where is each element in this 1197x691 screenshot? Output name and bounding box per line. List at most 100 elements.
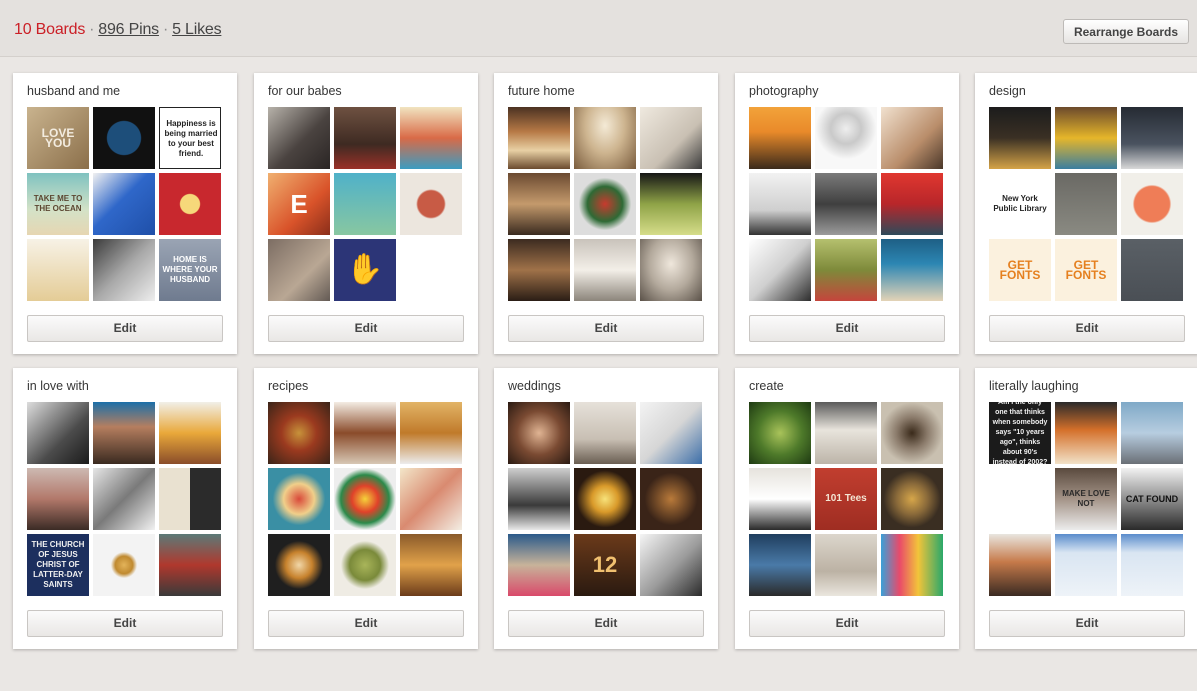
board-title[interactable]: literally laughing [989,379,1079,393]
pin-thumbnail[interactable] [334,107,396,169]
pin-thumbnail[interactable] [268,239,330,301]
pin-thumbnail[interactable] [27,402,89,464]
pin-thumbnail[interactable] [989,468,1051,530]
pin-thumbnail[interactable]: LOVE YOU [27,107,89,169]
pin-thumbnail[interactable] [508,107,570,169]
boards-count[interactable]: 10 Boards [14,21,85,38]
edit-board-button[interactable]: Edit [749,610,945,637]
board-title[interactable]: photography [749,84,819,98]
pin-thumbnail[interactable] [640,107,702,169]
board-title[interactable]: design [989,84,1026,98]
pin-thumbnail[interactable] [815,173,877,235]
pin-thumbnail[interactable] [1121,534,1183,596]
pin-thumbnail[interactable] [334,534,396,596]
pin-thumbnail[interactable] [508,173,570,235]
pin-thumbnail[interactable] [93,107,155,169]
likes-count-link[interactable]: 5 Likes [172,21,221,38]
pin-thumbnail[interactable] [749,239,811,301]
pin-thumbnail[interactable] [93,468,155,530]
pin-thumbnail[interactable]: Happiness is being married to your best … [159,107,221,169]
pin-thumbnail[interactable] [400,534,462,596]
board-title[interactable]: husband and me [27,84,120,98]
pin-thumbnail[interactable] [749,107,811,169]
pin-thumbnail[interactable] [268,534,330,596]
pin-thumbnail[interactable] [574,173,636,235]
pin-thumbnail[interactable] [334,173,396,235]
rearrange-boards-button[interactable]: Rearrange Boards [1062,19,1189,44]
board-card[interactable]: husband and me LOVE YOU Happiness is being… [13,73,237,354]
pin-thumbnail[interactable] [881,534,943,596]
pin-thumbnail[interactable] [27,468,89,530]
pin-thumbnail[interactable] [93,402,155,464]
pin-thumbnail[interactable]: 101 Tees [815,468,877,530]
pin-thumbnail[interactable] [1121,173,1183,235]
edit-board-button[interactable]: Edit [268,610,464,637]
pin-thumbnail[interactable] [400,107,462,169]
pin-thumbnail[interactable] [1121,107,1183,169]
board-card[interactable]: in love with THE CHURCH OF JESUS CHRIST O… [13,368,237,649]
edit-board-button[interactable]: Edit [508,315,704,342]
pin-thumbnail[interactable] [1055,402,1117,464]
pin-thumbnail[interactable] [881,402,943,464]
pin-thumbnail[interactable]: GET FONTS [1055,239,1117,301]
pin-thumbnail[interactable] [640,468,702,530]
pin-thumbnail[interactable] [989,534,1051,596]
pin-thumbnail[interactable] [1055,534,1117,596]
pin-thumbnail[interactable] [881,239,943,301]
pin-thumbnail[interactable] [881,107,943,169]
pin-thumbnail[interactable] [159,402,221,464]
pin-thumbnail[interactable] [749,468,811,530]
pin-thumbnail[interactable] [1055,107,1117,169]
pin-thumbnail[interactable] [93,239,155,301]
board-card[interactable]: weddings 12 Edit [494,368,718,649]
pin-thumbnail[interactable] [640,534,702,596]
pin-thumbnail[interactable] [508,534,570,596]
pin-thumbnail[interactable] [334,468,396,530]
pin-thumbnail[interactable] [268,468,330,530]
pin-thumbnail[interactable] [93,534,155,596]
pin-thumbnail[interactable] [27,239,89,301]
board-title[interactable]: weddings [508,379,561,393]
pin-thumbnail[interactable] [159,468,221,530]
board-card[interactable]: recipes Edit [254,368,478,649]
pin-thumbnail[interactable] [749,402,811,464]
pin-thumbnail[interactable] [881,173,943,235]
board-card[interactable]: for our babes E ✋ Edit [254,73,478,354]
pin-thumbnail[interactable] [400,402,462,464]
edit-board-button[interactable]: Edit [508,610,704,637]
board-card[interactable]: future home Edit [494,73,718,354]
pin-thumbnail[interactable] [640,173,702,235]
pin-thumbnail[interactable] [989,107,1051,169]
edit-board-button[interactable]: Edit [27,610,223,637]
edit-board-button[interactable]: Edit [749,315,945,342]
pin-thumbnail[interactable] [400,468,462,530]
pin-thumbnail[interactable]: E [268,173,330,235]
edit-board-button[interactable]: Edit [27,315,223,342]
pin-thumbnail[interactable] [1121,402,1183,464]
pin-thumbnail[interactable] [815,534,877,596]
pin-thumbnail[interactable] [334,402,396,464]
pin-thumbnail[interactable] [815,402,877,464]
board-title[interactable]: recipes [268,379,308,393]
pin-thumbnail[interactable] [815,239,877,301]
pin-thumbnail[interactable] [400,173,462,235]
pin-thumbnail[interactable] [93,173,155,235]
board-title[interactable]: in love with [27,379,89,393]
pin-thumbnail[interactable] [508,468,570,530]
board-card[interactable]: literally laughing Am I the only one that… [975,368,1197,649]
pin-thumbnail[interactable]: TAKE ME TO THE OCEAN [27,173,89,235]
pin-thumbnail[interactable]: HOME IS WHERE YOUR HUSBAND [159,239,221,301]
pin-thumbnail[interactable] [574,468,636,530]
pin-thumbnail[interactable]: GET FONTS [989,239,1051,301]
pin-thumbnail[interactable] [574,402,636,464]
board-title[interactable]: create [749,379,784,393]
pin-thumbnail[interactable] [159,173,221,235]
pin-thumbnail[interactable]: New York Public Library [989,173,1051,235]
pin-thumbnail[interactable] [749,173,811,235]
edit-board-button[interactable]: Edit [989,610,1185,637]
pins-count-link[interactable]: 896 Pins [98,21,159,38]
pin-thumbnail[interactable]: 12 [574,534,636,596]
edit-board-button[interactable]: Edit [989,315,1185,342]
board-title[interactable]: for our babes [268,84,342,98]
board-card[interactable]: photography Edit [735,73,959,354]
